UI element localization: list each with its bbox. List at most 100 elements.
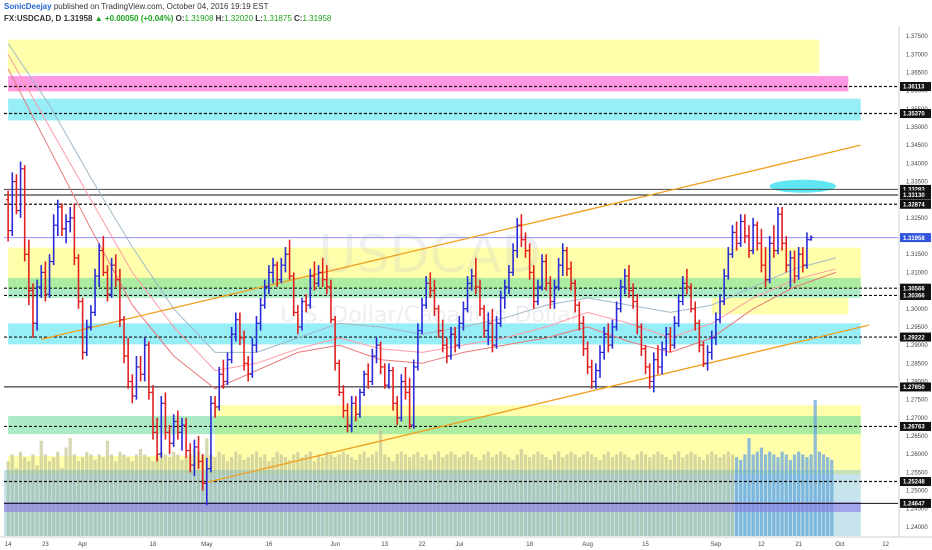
y-tick-label: 1.35000 <box>906 125 928 131</box>
price-badge-label: 1.25248 <box>903 480 925 486</box>
y-tick-label: 1.30000 <box>906 307 928 313</box>
ohlc-bar <box>647 363 652 389</box>
ohlc-bar <box>217 366 222 411</box>
x-tick-label: 15 <box>642 542 649 548</box>
y-tick-label: 1.25500 <box>906 470 928 476</box>
y-tick-label: 1.27500 <box>906 398 928 404</box>
ohlc-bar <box>390 366 396 411</box>
ohlc-bar <box>755 221 760 251</box>
ohlc-bar <box>705 345 710 371</box>
price-chart[interactable]: USDCAD U.S. Dollar/Canadian Dollar 1.375… <box>0 0 932 550</box>
zone-0 <box>8 39 820 74</box>
zone-2 <box>8 98 861 121</box>
y-tick-label: 1.31000 <box>906 270 928 276</box>
x-tick-label: 21 <box>795 542 802 548</box>
ohlc-bar <box>651 352 657 393</box>
zone-5 <box>711 297 849 315</box>
price-badge-label: 1.33130 <box>903 193 925 199</box>
watermark-description: U.S. Dollar/Canadian Dollar <box>280 303 580 328</box>
ohlc-bar <box>593 363 599 389</box>
ohlc-bar <box>134 356 139 400</box>
ohlc-bar <box>245 356 251 382</box>
y-tick-label: 1.37500 <box>906 34 928 40</box>
ohlc-bar <box>59 203 65 237</box>
x-tick-label: 16 <box>266 542 273 548</box>
ohlc-bar <box>146 341 152 400</box>
y-tick-label: 1.31500 <box>906 252 928 258</box>
ohlc-bar <box>68 206 73 233</box>
x-tick-label: 12 <box>882 542 889 548</box>
ohlc-bar <box>142 337 147 382</box>
y-tick-label: 1.34000 <box>906 161 928 167</box>
ohlc-bar <box>55 199 61 237</box>
ohlc-bar <box>585 341 590 375</box>
price-badge-label: 1.26763 <box>903 425 925 431</box>
ohlc-bar <box>742 214 748 244</box>
ohlc-bar <box>659 341 665 375</box>
y-tick-label: 1.28500 <box>906 361 928 367</box>
ohlc-bar <box>22 165 27 262</box>
x-tick-label: 18 <box>526 542 533 548</box>
x-tick-label: Oct <box>835 542 845 548</box>
y-tick-label: 1.34500 <box>906 143 928 149</box>
ohlc-bar <box>597 345 603 378</box>
ohlc-bar <box>14 174 19 215</box>
ohlc-bar <box>701 341 706 367</box>
y-tick-label: 1.29000 <box>906 343 928 349</box>
ohlc-bar <box>337 359 342 397</box>
price-badge-label: 1.24647 <box>903 502 925 508</box>
x-axis-labels: 14 23 Apr 18 May 16 Jun 13 22 Jul 18 Aug 15 Sep 12 21 Oc… <box>5 542 890 548</box>
zone-8 <box>8 416 861 435</box>
x-tick-label: 23 <box>42 542 49 548</box>
y-tick-label: 1.33500 <box>906 180 928 186</box>
ohlc-bar <box>378 341 383 375</box>
ohlc-bar <box>738 214 743 247</box>
x-tick-label: 14 <box>5 542 12 548</box>
price-badge-label: 1.27850 <box>903 385 925 391</box>
x-tick-label: 12 <box>758 542 765 548</box>
price-badge-label: 1.36113 <box>903 85 925 91</box>
x-tick-label: 18 <box>150 542 157 548</box>
price-badge-label: 1.29222 <box>903 335 925 341</box>
y-tick-label: 1.37000 <box>906 52 928 58</box>
ohlc-bar <box>386 363 392 389</box>
ohlc-bar <box>130 374 135 404</box>
ohlc-bar <box>366 363 371 389</box>
x-tick-label: May <box>201 542 212 548</box>
y-tick-label: 1.29500 <box>906 325 928 331</box>
ohlc-bar <box>5 190 11 242</box>
ohlc-bar <box>63 214 69 244</box>
y-tick-label: 1.32500 <box>906 216 928 222</box>
price-badge-label: 1.31958 <box>903 236 925 242</box>
y-tick-label: 1.24000 <box>906 525 928 531</box>
x-tick-label: Sep <box>711 542 722 548</box>
x-tick-label: 13 <box>381 542 388 548</box>
x-tick-label: Jun <box>330 542 340 548</box>
y-tick-label: 1.27000 <box>906 416 928 422</box>
price-badge-label: 1.35370 <box>903 112 925 118</box>
ohlc-bar <box>643 345 648 375</box>
y-tick-label: 1.36500 <box>906 70 928 76</box>
ohlc-bar <box>734 221 739 251</box>
zone-1 <box>8 76 849 92</box>
x-tick-label: Apr <box>78 542 87 548</box>
ohlc-bar <box>775 206 781 255</box>
ohlc-bar <box>779 206 785 251</box>
price-badge-label: 1.30366 <box>903 294 925 300</box>
ohlc-bar <box>125 337 131 389</box>
ohlc-bar <box>589 359 594 389</box>
ohlc-bar <box>370 348 375 386</box>
ohlc-bar <box>361 370 367 397</box>
x-tick-label: Jul <box>455 542 463 548</box>
y-axis-labels: 1.375001.370001.365001.360001.355001.350… <box>906 34 928 531</box>
x-tick-label: 22 <box>419 542 426 548</box>
target-ellipse <box>769 179 836 193</box>
ohlc-bar <box>382 363 387 389</box>
y-tick-label: 1.26000 <box>906 452 928 458</box>
ohlc-bar <box>138 356 143 382</box>
y-tick-label: 1.26500 <box>906 434 928 440</box>
y-tick-label: 1.25000 <box>906 489 928 495</box>
price-badge-label: 1.32874 <box>903 202 925 208</box>
ohlc-bar <box>403 366 408 400</box>
x-tick-label: Aug <box>582 542 593 548</box>
